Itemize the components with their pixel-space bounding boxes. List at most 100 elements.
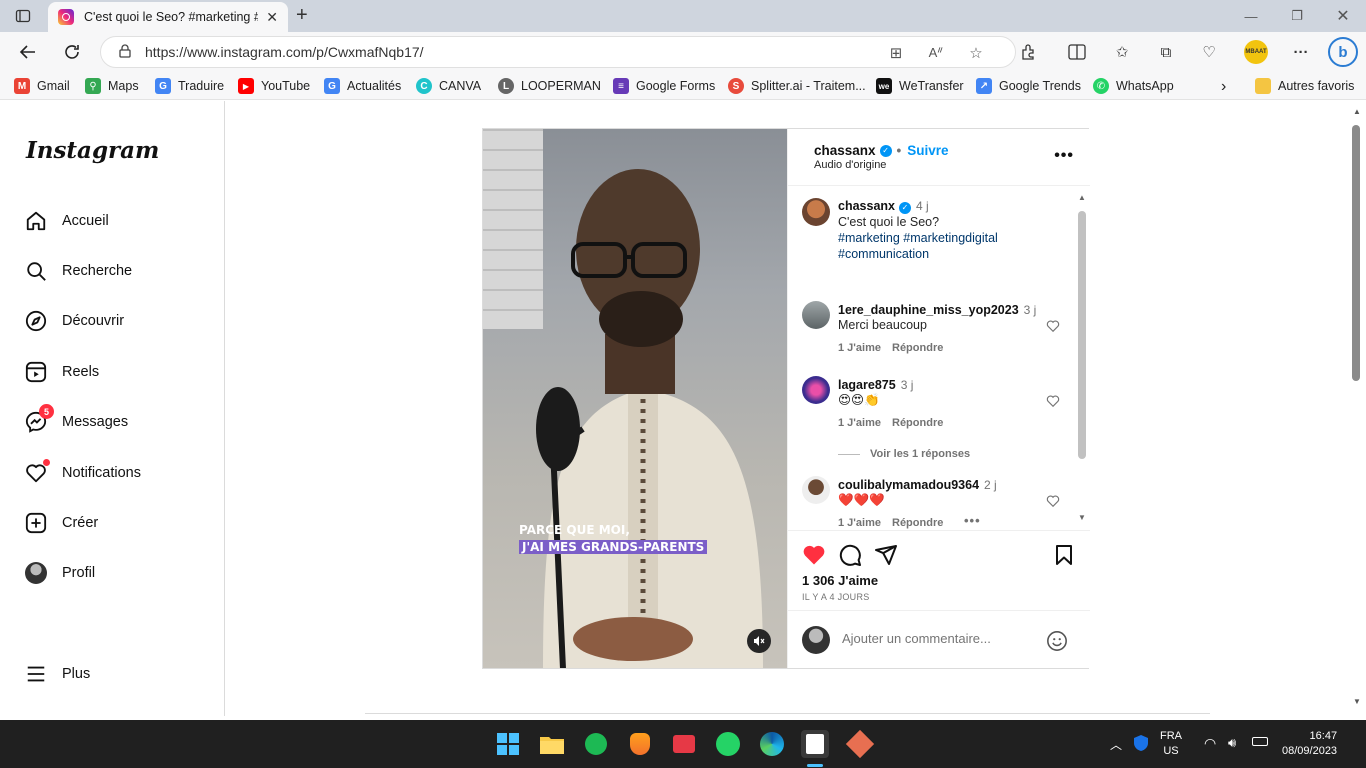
new-tab-button[interactable]: + (296, 5, 308, 25)
commenter-avatar[interactable] (802, 301, 830, 329)
comment-bubble-icon[interactable] (838, 543, 862, 567)
nav-messages[interactable]: 5 Messages (24, 404, 128, 434)
security-shield-icon[interactable] (1133, 734, 1149, 755)
author-username[interactable]: chassanx (814, 143, 876, 158)
comment-like-heart-icon[interactable] (1046, 494, 1060, 508)
comment-username[interactable]: coulibalymamadou9364 (838, 478, 979, 492)
comment-reply-button[interactable]: Répondre (892, 517, 943, 529)
bookmark-maps[interactable]: ⚲ Maps (85, 78, 139, 94)
comment-input[interactable] (842, 631, 1042, 646)
performance-icon[interactable]: ♡ (1199, 42, 1219, 62)
bookmark-autres-favoris[interactable]: Autres favoris (1255, 78, 1354, 94)
instagram-logo[interactable]: Instagram (26, 137, 159, 164)
comment-likes[interactable]: 1 J'aime (838, 342, 881, 354)
scroll-down-arrow-icon[interactable]: ▼ (1078, 513, 1086, 522)
bookmark-traduire[interactable]: G Traduire (155, 78, 224, 94)
collections-icon[interactable]: ⧉ (1156, 42, 1176, 62)
language-indicator[interactable]: FRA US (1160, 729, 1182, 759)
page-scrollbar[interactable]: ▲ ▼ (1349, 101, 1366, 716)
nav-creer[interactable]: Créer (24, 511, 98, 535)
bookmark-whatsapp[interactable]: ✆ WhatsApp (1093, 78, 1174, 94)
author-avatar[interactable] (802, 198, 830, 226)
favorite-star-icon[interactable]: ☆ (967, 44, 985, 62)
bookmark-google-forms[interactable]: ≡ Google Forms (613, 78, 715, 94)
bookmark-actualites[interactable]: G Actualités (324, 78, 401, 94)
tab-actions-icon[interactable] (14, 7, 32, 25)
bookmark-splitter[interactable]: S Splitter.ai - Traitem... (728, 78, 866, 94)
volume-icon[interactable]: 🔊︎ (1228, 735, 1236, 751)
comment-likes[interactable]: 1 J'aime (838, 517, 881, 529)
bookmarks-overflow-chevron-icon[interactable]: › (1221, 78, 1226, 96)
caption-username[interactable]: chassanx (838, 199, 895, 213)
minimize-button[interactable]: — (1228, 0, 1274, 32)
nav-accueil[interactable]: Accueil (24, 209, 109, 233)
bookmark-youtube[interactable]: ▶ YouTube (238, 78, 310, 94)
page-scroll-down-icon[interactable]: ▼ (1353, 697, 1361, 706)
bookmark-google-trends[interactable]: ↗ Google Trends (976, 78, 1081, 94)
follow-button[interactable]: Suivre (907, 143, 948, 158)
file-explorer-icon[interactable] (538, 730, 566, 758)
read-aloud-icon[interactable]: Aᐥ (927, 44, 945, 62)
commenter-avatar[interactable] (802, 476, 830, 504)
spotify-icon[interactable] (582, 730, 610, 758)
view-replies-button[interactable]: Voir les 1 réponses (838, 448, 970, 460)
address-bar[interactable]: https://www.instagram.com/p/CwxmafNqb17/… (100, 36, 1016, 68)
bookmark-gmail[interactable]: M Gmail (14, 78, 70, 94)
reel-video[interactable]: PARCE QUE MOI, J'AI MES GRANDS-PARENTS (483, 129, 787, 668)
wifi-icon[interactable]: ◠ (1204, 735, 1216, 752)
nav-profil[interactable]: Profil (24, 561, 95, 585)
comment-like-heart-icon[interactable] (1046, 319, 1060, 333)
bookmark-canva[interactable]: C CANVA (416, 78, 481, 94)
like-heart-icon[interactable] (802, 543, 826, 567)
screen-recorder-icon[interactable] (670, 730, 698, 758)
nav-reels[interactable]: Reels (24, 360, 99, 384)
battery-icon[interactable] (1252, 737, 1268, 746)
restore-button[interactable]: ❐ (1274, 0, 1320, 32)
comments-scrollbar[interactable]: ▲ ▼ (1078, 193, 1086, 527)
back-button[interactable] (16, 40, 40, 64)
app-available-icon[interactable]: ⊞ (887, 44, 905, 62)
comment-like-heart-icon[interactable] (1046, 394, 1060, 408)
page-scroll-thumb[interactable] (1352, 125, 1360, 381)
tray-overflow-chevron-icon[interactable]: ︿ (1110, 736, 1122, 753)
whatsapp-taskbar-icon[interactable] (714, 730, 742, 758)
tab-close-icon[interactable]: ✕ (266, 9, 278, 26)
nav-plus[interactable]: Plus (24, 662, 90, 686)
close-window-button[interactable]: ✕ (1320, 0, 1366, 32)
comment-username[interactable]: lagare875 (838, 378, 896, 392)
nav-decouvrir[interactable]: Découvrir (24, 309, 124, 333)
clock[interactable]: 16:47 08/09/2023 (1282, 729, 1337, 759)
share-send-icon[interactable] (874, 543, 898, 567)
more-options-icon[interactable]: ••• (1054, 147, 1074, 165)
page-scroll-up-icon[interactable]: ▲ (1353, 107, 1361, 116)
mute-button[interactable] (747, 629, 771, 653)
comment-reply-button[interactable]: Répondre (892, 342, 943, 354)
comments-scroll-thumb[interactable] (1078, 211, 1086, 459)
lock-icon[interactable] (119, 43, 131, 61)
bookmark-wetransfer[interactable]: we WeTransfer (876, 78, 964, 94)
audio-label[interactable]: Audio d'origine (814, 159, 886, 171)
profile-avatar[interactable]: MBAAT (1244, 40, 1268, 64)
fl-studio-icon[interactable] (626, 730, 654, 758)
split-screen-icon[interactable] (1067, 42, 1087, 62)
windows-start-icon[interactable] (494, 730, 522, 758)
tab-instagram[interactable]: C'est quoi le Seo? #marketing #r ✕ (48, 2, 288, 32)
nav-recherche[interactable]: Recherche (24, 259, 132, 283)
comment-username[interactable]: 1ere_dauphine_miss_yop2023 (838, 303, 1019, 317)
emoji-smiley-icon[interactable] (1046, 630, 1068, 652)
snipping-tool-icon[interactable] (801, 730, 829, 758)
bookmark-looperman[interactable]: L LOOPERMAN (498, 78, 601, 94)
comment-more-icon[interactable]: ••• (964, 513, 981, 528)
extensions-icon[interactable] (1019, 42, 1039, 62)
commenter-avatar[interactable] (802, 376, 830, 404)
bing-copilot-icon[interactable]: b (1328, 37, 1358, 67)
caption-hashtags-2[interactable]: #communication (838, 246, 1058, 262)
comment-reply-button[interactable]: Répondre (892, 417, 943, 429)
refresh-button[interactable] (60, 40, 84, 64)
caption-hashtags[interactable]: #marketing #marketingdigital (838, 230, 1058, 246)
task-app-icon[interactable] (845, 729, 875, 759)
nav-notifications[interactable]: Notifications (24, 459, 141, 485)
settings-more-icon[interactable]: ··· (1291, 42, 1311, 62)
scroll-up-arrow-icon[interactable]: ▲ (1078, 193, 1086, 202)
save-bookmark-icon[interactable] (1052, 543, 1076, 567)
